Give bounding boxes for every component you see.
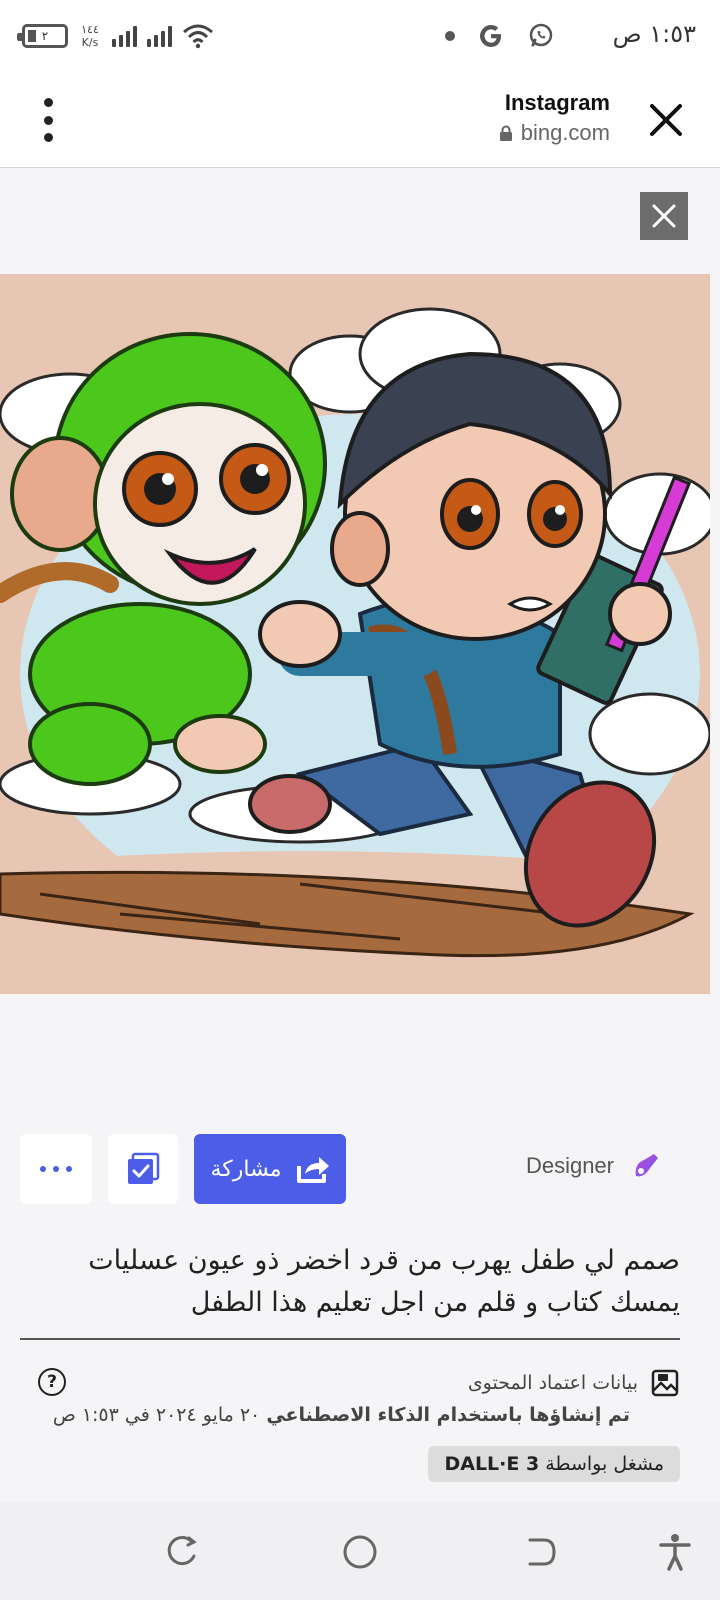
credentials-label: بيانات اعتماد المحتوى <box>467 1372 638 1394</box>
share-label: مشاركة <box>210 1156 282 1182</box>
net-speed-value: ١٤٤ <box>81 23 99 36</box>
google-icon <box>480 25 501 47</box>
more-vertical-icon[interactable] <box>30 98 66 142</box>
status-system-icons: ٢ ١٤٤ K/s <box>17 18 214 54</box>
content-credentials-icon <box>651 1369 679 1397</box>
powered-by-badge: مشغل بواسطة DALL·E 3 <box>428 1446 680 1482</box>
home-icon[interactable] <box>340 1532 380 1572</box>
select-checkbox-icon <box>128 1152 160 1184</box>
lock-icon <box>499 125 512 141</box>
powered-model: DALL·E 3 <box>444 1453 540 1475</box>
accessibility-icon[interactable] <box>655 1532 695 1572</box>
header-title-block: Instagram bing.com <box>499 90 610 146</box>
content-credentials[interactable]: بيانات اعتماد المحتوى <box>468 1368 680 1398</box>
prompt-text: صمم لي طفل يهرب من قرد اخضر ذو عيون عسلي… <box>88 1245 680 1318</box>
signal-icon-2 <box>147 25 172 47</box>
net-speed: ١٤٤ K/s <box>78 23 102 49</box>
info-icon[interactable]: ? <box>38 1368 66 1396</box>
close-icon[interactable] <box>644 98 688 142</box>
system-nav-bar <box>0 1502 720 1600</box>
designer-logo-icon <box>635 1154 658 1177</box>
wifi-icon <box>183 24 213 49</box>
more-horizontal-icon[interactable] <box>20 1134 92 1204</box>
net-speed-unit: K/s <box>81 36 99 49</box>
generated-image[interactable] <box>0 274 710 994</box>
created-info: تم إنشاؤها باستخدام الذكاء الاصطناعي ٢٠ … <box>53 1404 630 1426</box>
signal-icon <box>112 25 137 47</box>
status-bar: ١:٥٣ ص ٢ ١٤٤ K/s <box>0 0 720 72</box>
battery-level: ٢ <box>41 29 49 43</box>
info-symbol: ? <box>47 1372 57 1392</box>
created-date: ٢٠ مايو ٢٠٢٤ في ١:٥٣ ص <box>52 1404 261 1426</box>
page-title: Instagram <box>504 90 610 115</box>
designer-label: Designer <box>525 1153 614 1178</box>
created-with-ai: تم إنشاؤها باستخدام الذكاء الاصطناعي <box>266 1404 630 1426</box>
browser-header: Instagram bing.com <box>0 72 720 168</box>
recents-icon[interactable] <box>162 1532 202 1572</box>
share-button[interactable]: مشاركة <box>194 1134 346 1204</box>
page-url: bing.com <box>520 120 610 145</box>
designer-link[interactable]: Designer <box>526 1150 662 1182</box>
whatsapp-icon <box>529 23 553 47</box>
divider <box>20 1338 680 1340</box>
select-image-button[interactable] <box>108 1134 178 1204</box>
battery-icon: ٢ <box>17 24 68 48</box>
back-icon[interactable] <box>520 1532 560 1572</box>
url-line: bing.com <box>499 120 610 146</box>
status-notification-icons <box>445 20 555 52</box>
share-icon <box>296 1157 329 1183</box>
dismiss-icon[interactable] <box>640 192 688 240</box>
powered-prefix: مشغل بواسطة <box>545 1453 664 1475</box>
notification-dot-icon <box>445 31 455 41</box>
status-time: ١:٥٣ ص <box>612 20 696 48</box>
